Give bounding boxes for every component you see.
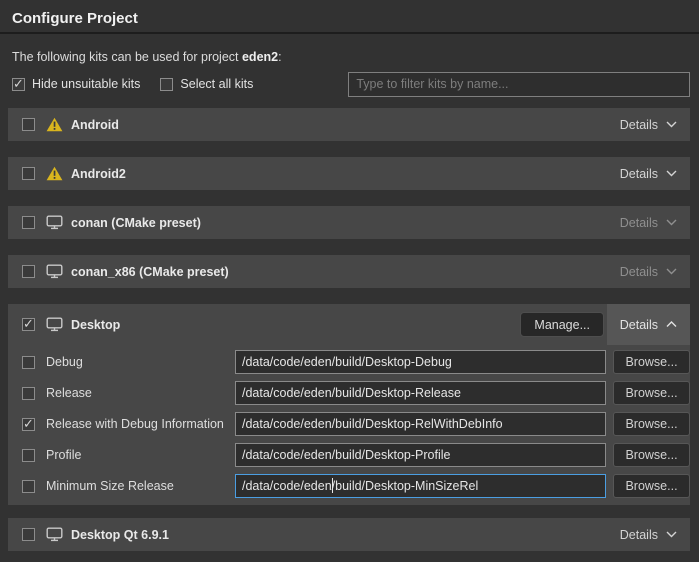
- config-checkbox[interactable]: [22, 387, 35, 400]
- chevron-down-icon: [666, 268, 677, 275]
- chevron-down-icon: [666, 121, 677, 128]
- kit-row-conan: conan (CMake preset) Details: [8, 206, 690, 239]
- checkbox-icon[interactable]: [160, 78, 173, 91]
- build-config-row-minsizerel: Minimum Size Release Browse...: [8, 474, 690, 498]
- config-checkbox[interactable]: [22, 356, 35, 369]
- warning-icon: [46, 166, 63, 182]
- browse-button[interactable]: Browse...: [613, 474, 690, 498]
- hide-unsuitable-kits-label: Hide unsuitable kits: [32, 77, 140, 91]
- kit-name: Desktop: [71, 318, 120, 332]
- kit-row-android: Android Details: [8, 108, 690, 141]
- warning-icon: [46, 117, 63, 133]
- config-label: Debug: [46, 355, 83, 369]
- kit-name: conan_x86 (CMake preset): [71, 265, 229, 279]
- select-all-kits-label: Select all kits: [180, 77, 253, 91]
- text-cursor: [332, 478, 333, 493]
- desktop-monitor-icon: [46, 527, 63, 543]
- kit-checkbox[interactable]: [22, 265, 35, 278]
- browse-button[interactable]: Browse...: [613, 443, 690, 467]
- title-separator: [0, 32, 699, 34]
- kit-row-desktop-qt: Desktop Qt 6.9.1 Details: [8, 518, 690, 551]
- hide-unsuitable-kits-checkbox[interactable]: Hide unsuitable kits: [12, 77, 140, 91]
- kit-checkbox[interactable]: [22, 216, 35, 229]
- desktop-monitor-icon: [46, 215, 63, 231]
- details-toggle[interactable]: Details: [607, 108, 690, 141]
- intro-text: The following kits can be used for proje…: [12, 50, 282, 64]
- config-label: Minimum Size Release: [46, 479, 174, 493]
- config-checkbox[interactable]: [22, 449, 35, 462]
- details-toggle[interactable]: Details: [607, 157, 690, 190]
- select-all-kits-checkbox[interactable]: Select all kits: [160, 77, 253, 91]
- build-dir-input-release[interactable]: [235, 381, 606, 405]
- build-config-row-debug: Debug Browse...: [8, 350, 690, 374]
- config-label: Profile: [46, 448, 81, 462]
- details-toggle[interactable]: Details: [607, 255, 690, 288]
- details-toggle[interactable]: Details: [607, 518, 690, 551]
- kit-row-desktop: Desktop Manage... Details Debug Browse..…: [8, 304, 690, 505]
- build-config-row-release: Release Browse...: [8, 381, 690, 405]
- build-config-row-relwithdebinfo: Release with Debug Information Browse...: [8, 412, 690, 436]
- config-checkbox[interactable]: [22, 480, 35, 493]
- chevron-down-icon: [666, 170, 677, 177]
- page-title: Configure Project: [12, 10, 138, 27]
- config-label: Release: [46, 386, 92, 400]
- kit-name: Android2: [71, 167, 126, 181]
- kit-name: Desktop Qt 6.9.1: [71, 528, 169, 542]
- build-dir-input-profile[interactable]: [235, 443, 606, 467]
- build-config-row-profile: Profile Browse...: [8, 443, 690, 467]
- kit-row-android2: Android2 Details: [8, 157, 690, 190]
- desktop-monitor-icon: [46, 264, 63, 280]
- kit-row-conan-x86: conan_x86 (CMake preset) Details: [8, 255, 690, 288]
- kit-checkbox[interactable]: [22, 118, 35, 131]
- kit-name: Android: [71, 118, 119, 132]
- config-label: Release with Debug Information: [46, 417, 224, 431]
- build-dir-input-debug[interactable]: [235, 350, 606, 374]
- build-dir-input-relwithdebinfo[interactable]: [235, 412, 606, 436]
- chevron-up-icon: [666, 321, 677, 328]
- manage-kits-button[interactable]: Manage...: [520, 312, 604, 337]
- config-checkbox[interactable]: [22, 418, 35, 431]
- project-name: eden2: [242, 50, 278, 64]
- build-dir-input-minsizerel[interactable]: [235, 474, 606, 498]
- kit-checkbox[interactable]: [22, 528, 35, 541]
- kit-filter-input[interactable]: [348, 72, 690, 97]
- browse-button[interactable]: Browse...: [613, 381, 690, 405]
- chevron-down-icon: [666, 531, 677, 538]
- chevron-down-icon: [666, 219, 677, 226]
- details-toggle[interactable]: Details: [607, 206, 690, 239]
- browse-button[interactable]: Browse...: [613, 350, 690, 374]
- checkbox-icon[interactable]: [12, 78, 25, 91]
- kit-filter-controls: Hide unsuitable kits Select all kits: [12, 71, 690, 97]
- browse-button[interactable]: Browse...: [613, 412, 690, 436]
- kit-checkbox[interactable]: [22, 167, 35, 180]
- details-toggle[interactable]: Details: [607, 304, 690, 345]
- desktop-monitor-icon: [46, 317, 63, 333]
- kit-checkbox[interactable]: [22, 318, 35, 331]
- kit-name: conan (CMake preset): [71, 216, 201, 230]
- configure-project-page: Configure Project The following kits can…: [0, 0, 699, 562]
